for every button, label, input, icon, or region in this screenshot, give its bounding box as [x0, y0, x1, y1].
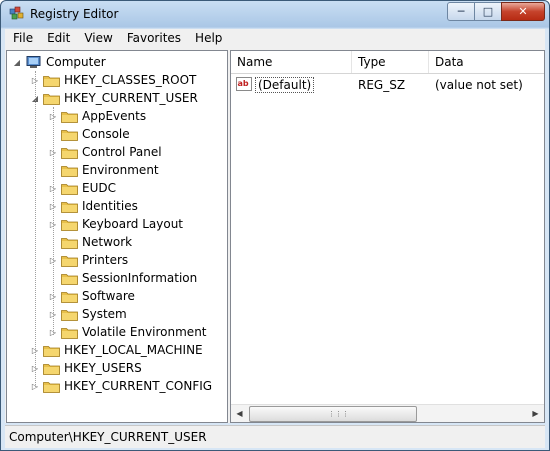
tree-item-label: Identities [82, 199, 138, 213]
tree-item-label: HKEY_LOCAL_MACHINE [64, 343, 203, 357]
tree-item-label: HKEY_CURRENT_CONFIG [64, 379, 213, 393]
window-title: Registry Editor [30, 7, 119, 21]
tree-item-key[interactable]: ▷ System [47, 305, 127, 323]
tree-item-hive[interactable]: ▷ HKEY_LOCAL_MACHINE [29, 341, 203, 359]
tree-item-computer[interactable]: ◢ Computer [11, 53, 106, 71]
value-data: (value not set) [435, 78, 523, 92]
folder-icon [61, 272, 78, 285]
folder-icon [43, 362, 60, 375]
tree-item-label: Software [82, 289, 135, 303]
caption-buttons: ─ □ ✕ [447, 2, 545, 21]
tree-item-label: Control Panel [82, 145, 162, 159]
column-header-data[interactable]: Data [429, 51, 544, 73]
folder-icon [61, 308, 78, 321]
close-button[interactable]: ✕ [501, 2, 545, 21]
registry-tree[interactable]: ◢ Computer ▷ HKEY_CLASSES_ROOT ◢ HKEY_CURRENT… [6, 50, 228, 423]
menu-favorites[interactable]: Favorites [119, 29, 187, 48]
tree-connector [35, 71, 36, 387]
tree-item-key[interactable]: ▷ Identities [47, 197, 138, 215]
tree-item-hive[interactable]: ▷ HKEY_USERS [29, 359, 142, 377]
menu-edit[interactable]: Edit [39, 29, 76, 48]
string-value-icon: ab [236, 77, 252, 91]
column-header-name[interactable]: Name [231, 51, 352, 73]
folder-icon [61, 254, 78, 267]
horizontal-scrollbar[interactable]: ◀ ⋮⋮⋮ ▶ [231, 404, 544, 422]
tree-item-label: EUDC [82, 181, 116, 195]
folder-icon [61, 128, 78, 141]
tree-item-key[interactable]: Network [47, 233, 132, 251]
menu-view[interactable]: View [76, 29, 118, 48]
tree-item-label: SessionInformation [82, 271, 198, 285]
column-header-type[interactable]: Type [352, 51, 429, 73]
folder-icon [61, 290, 78, 303]
tree-item-key[interactable]: ▷ Software [47, 287, 135, 305]
tree-item-key[interactable]: ▷ EUDC [47, 179, 116, 197]
tree-item-label: Environment [82, 163, 159, 177]
value-type: REG_SZ [358, 78, 406, 92]
collapse-icon[interactable]: ◢ [11, 58, 23, 67]
maximize-icon: □ [482, 5, 494, 18]
tree-item-hive[interactable]: ▷ HKEY_CLASSES_ROOT [29, 71, 196, 89]
tree-item-label: HKEY_USERS [64, 361, 142, 375]
grip-icon: ⋮⋮⋮ [328, 410, 349, 418]
arrow-right-icon: ▶ [532, 409, 539, 418]
folder-icon [43, 92, 60, 105]
value-name: (Default) [255, 77, 315, 93]
folder-icon [61, 182, 78, 195]
folder-icon [43, 74, 60, 87]
menu-bar: File Edit View Favorites Help [5, 29, 545, 49]
status-bar: Computer\HKEY_CURRENT_USER [5, 425, 545, 448]
tree-item-label: AppEvents [82, 109, 147, 123]
values-list[interactable]: Name Type Data ab (Default) REG_SZ (valu… [230, 50, 545, 423]
arrow-left-icon: ◀ [236, 409, 243, 418]
tree-item-label: Volatile Environment [82, 325, 207, 339]
menu-help[interactable]: Help [187, 29, 228, 48]
folder-icon [61, 218, 78, 231]
folder-icon [61, 146, 78, 159]
tree-item-key[interactable]: Environment [47, 161, 159, 179]
scroll-left-button[interactable]: ◀ [231, 405, 248, 422]
registry-editor-window: Registry Editor ─ □ ✕ File Edit View Fav… [0, 0, 550, 451]
tree-item-label: HKEY_CURRENT_USER [64, 91, 198, 105]
folder-icon [43, 344, 60, 357]
tree-item-key[interactable]: ▷ Control Panel [47, 143, 162, 161]
tree-item-key[interactable]: ▷ AppEvents [47, 107, 146, 125]
folder-icon [61, 200, 78, 213]
minimize-icon: ─ [457, 5, 465, 18]
scroll-right-button[interactable]: ▶ [527, 405, 544, 422]
tree-item-label: HKEY_CLASSES_ROOT [64, 73, 197, 87]
tree-item-key[interactable]: SessionInformation [47, 269, 197, 287]
value-row[interactable]: ab (Default) REG_SZ (value not set) [231, 75, 544, 95]
folder-icon [61, 164, 78, 177]
folder-icon [61, 236, 78, 249]
computer-icon [25, 55, 42, 69]
tree-item-label: Computer [46, 55, 106, 69]
folder-icon [61, 326, 78, 339]
tree-item-key[interactable]: ▷ Keyboard Layout [47, 215, 183, 233]
status-path: Computer\HKEY_CURRENT_USER [9, 430, 207, 444]
menu-file[interactable]: File [5, 29, 39, 48]
list-header: Name Type Data [231, 51, 544, 74]
tree-item-label: Network [82, 235, 133, 249]
tree-item-label: System [82, 307, 127, 321]
registry-editor-icon [9, 6, 24, 20]
tree-item-label: Printers [82, 253, 129, 267]
tree-item-key[interactable]: Console [47, 125, 130, 143]
client-area: ◢ Computer ▷ HKEY_CLASSES_ROOT ◢ HKEY_CURRENT… [5, 48, 545, 423]
tree-item-label: Keyboard Layout [82, 217, 184, 231]
folder-icon [61, 110, 78, 123]
tree-item-hive[interactable]: ◢ HKEY_CURRENT_USER [29, 89, 198, 107]
title-bar[interactable]: Registry Editor ─ □ ✕ [1, 1, 549, 29]
tree-item-key[interactable]: ▷ Printers [47, 251, 128, 269]
minimize-button[interactable]: ─ [447, 2, 475, 21]
tree-connector [53, 107, 54, 335]
folder-icon [43, 380, 60, 393]
scroll-thumb[interactable]: ⋮⋮⋮ [249, 406, 417, 422]
close-icon: ✕ [518, 5, 528, 18]
tree-item-label: Console [82, 127, 130, 141]
svg-text:ab: ab [238, 79, 249, 88]
maximize-button[interactable]: □ [474, 2, 502, 21]
tree-item-key[interactable]: ▷ Volatile Environment [47, 323, 207, 341]
tree-item-hive[interactable]: ▷ HKEY_CURRENT_CONFIG [29, 377, 212, 395]
